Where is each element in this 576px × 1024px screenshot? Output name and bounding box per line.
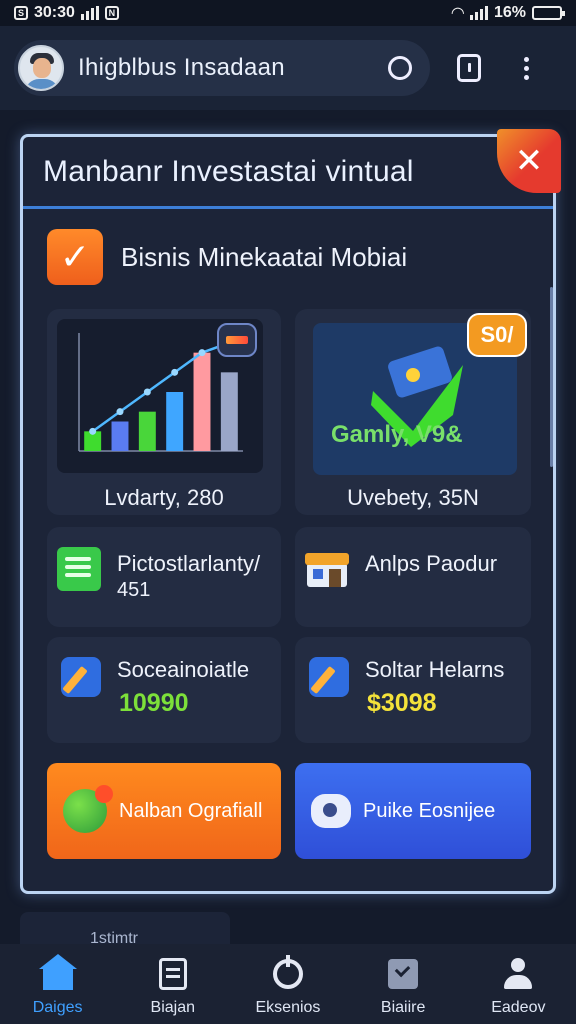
orange-action-button[interactable]: Nalban Ografiall (47, 763, 281, 859)
nav-label: Daiges (32, 999, 83, 1016)
list-icon (158, 958, 187, 990)
info-label-1: Pictostlarlanty/ (117, 551, 261, 576)
header-title: Ihigblbus Insadaan (78, 54, 285, 81)
nav-item-inbox[interactable]: Biaiire (353, 957, 453, 1017)
info-tile-2[interactable]: Anlps Paodur (295, 527, 531, 627)
pencil-icon (309, 657, 349, 697)
close-icon: ✕ (514, 142, 544, 180)
game-tile[interactable]: S0/ Gamly, V9& Uvebety, 35N (295, 309, 531, 515)
chart-area (57, 319, 263, 473)
nav-label: Eksenios (255, 999, 321, 1016)
blue-action-label: Puike Eosnijee (363, 799, 496, 822)
chart-bar (111, 421, 129, 451)
chart-badge-icon (217, 323, 257, 357)
chart-point (89, 427, 97, 435)
game-badge: S0/ (467, 313, 527, 357)
business-label: Bisnis Minekaatai Mobiai (121, 241, 408, 272)
chart-point (116, 408, 124, 416)
avatar[interactable] (18, 45, 64, 91)
profile-icon (502, 958, 534, 990)
info-label-3: Soceainoiatle (117, 657, 250, 682)
game-text: Gamly, V9& (331, 421, 463, 448)
stat-label-2: Uvebety, 35N (347, 485, 479, 510)
info-value-3: 10990 (119, 689, 189, 717)
status-right: ◠ 16% (451, 3, 565, 23)
message-notification-icon: N (104, 6, 119, 20)
home-icon (38, 954, 77, 990)
info-label-2: Anlps Paodur (365, 551, 498, 576)
controller-icon (311, 794, 351, 828)
clipboard-button[interactable] (452, 51, 486, 85)
status-bar: S 30:30 N ◠ 16% (0, 0, 576, 26)
shop-icon (305, 553, 349, 587)
ring-icon (272, 955, 303, 989)
chart-bar (220, 372, 238, 451)
game-preview: S0/ Gamly, V9& (313, 313, 527, 475)
nav-label: Biaiire (380, 999, 426, 1016)
info-label-4: Soltar Helarns (365, 657, 505, 682)
card-title: Manbanr Investastai vintual (43, 154, 414, 188)
blue-action-button[interactable]: Puike Eosnijee (295, 763, 531, 859)
card-header: Manbanr Investastai vintual (23, 137, 553, 209)
info-value-1: 451 (117, 579, 151, 601)
nav-item-list[interactable]: Biajan (123, 957, 223, 1017)
cell-signal-icon (469, 6, 488, 20)
chart-point (143, 388, 151, 396)
scrollbar[interactable] (550, 287, 553, 467)
chart-point (171, 368, 179, 376)
status-left: S 30:30 N (14, 4, 119, 22)
nav-item-explore[interactable]: Eksenios (238, 955, 338, 1017)
app-header: Ihigblbus Insadaan (0, 26, 576, 110)
app-notification-icon: S (14, 6, 28, 20)
info-value-4: $3098 (367, 689, 437, 717)
chart-tile[interactable]: Lvdarty, 280 (47, 309, 281, 515)
search-circle-icon[interactable] (388, 56, 412, 80)
info-tile-4[interactable]: Soltar Helarns $3098 (295, 637, 531, 743)
chart-bar (138, 411, 156, 451)
chart-bar (193, 352, 211, 451)
battery-percent: 16% (493, 4, 526, 21)
status-time: 30:30 (34, 4, 75, 21)
info-tile-1[interactable]: Pictostlarlanty/ 451 (47, 527, 281, 627)
stat-label-1: Lvdarty, 280 (104, 485, 224, 510)
profile-search-bar[interactable]: Ihigblbus Insadaan (14, 40, 430, 96)
business-row[interactable]: ✓ Bisnis Minekaatai Mobiai (47, 229, 407, 285)
orange-action-label: Nalban Ografiall (119, 799, 263, 822)
document-icon (57, 547, 101, 591)
wifi-icon: ◠ (451, 5, 464, 22)
battery-icon (532, 6, 565, 20)
checkbox-icon[interactable]: ✓ (47, 229, 103, 285)
info-tile-3[interactable]: Soceainoiatle 10990 (47, 637, 281, 743)
chart-point (198, 349, 206, 357)
nav-label: Eadeov (491, 999, 546, 1016)
inbox-icon (388, 959, 419, 989)
nav-item-home[interactable]: Daiges (8, 954, 108, 1017)
signal-bars-icon (80, 6, 99, 20)
chart-bar (166, 392, 184, 451)
bottom-nav: Daiges Biajan Eksenios Biaiire Eadeov (0, 944, 576, 1024)
investment-card: Manbanr Investastai vintual ✕ ✓ Bisnis M… (20, 129, 561, 894)
nav-label: Biajan (150, 999, 196, 1016)
orb-icon (63, 785, 113, 833)
more-options-icon[interactable] (524, 56, 529, 80)
nav-item-profile[interactable]: Eadeov (468, 957, 568, 1017)
edit-icon (61, 657, 101, 697)
clipboard-icon (457, 54, 481, 82)
